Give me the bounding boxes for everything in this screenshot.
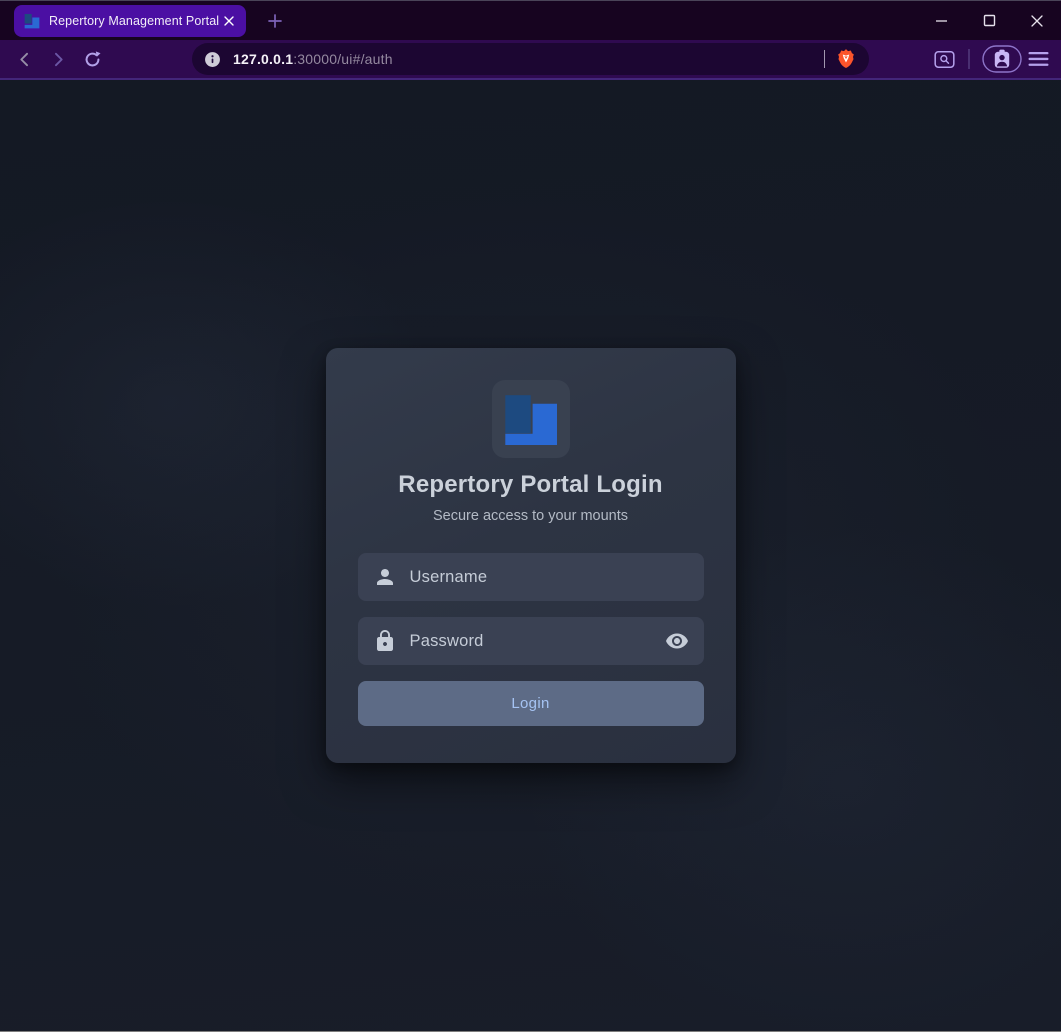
browser-tab[interactable]: Repertory Management Portal	[14, 5, 246, 37]
minimize-icon[interactable]	[934, 14, 948, 28]
sidebar-icon[interactable]	[931, 46, 957, 72]
login-title: Repertory Portal Login	[398, 471, 662, 499]
password-field[interactable]	[358, 617, 704, 665]
address-separator	[824, 50, 825, 68]
toolbar-separator	[968, 49, 970, 69]
url-host: 127.0.0.1	[233, 51, 293, 67]
login-button[interactable]: Login	[358, 681, 704, 726]
repertory-logo-icon	[492, 380, 570, 458]
address-bar[interactable]: 127.0.0.1:30000/ui#/auth	[192, 43, 869, 75]
forward-icon[interactable]	[44, 45, 72, 73]
browser-window: Repertory Management Portal	[0, 0, 1061, 1032]
brave-shield-icon[interactable]	[835, 48, 857, 70]
reload-icon[interactable]	[78, 45, 106, 73]
page-background: Repertory Portal Login Secure access to …	[0, 80, 1061, 1031]
password-input[interactable]	[410, 632, 665, 651]
tab-title: Repertory Management Portal	[49, 14, 220, 28]
login-subtitle: Secure access to your mounts	[433, 508, 628, 524]
maximize-icon[interactable]	[982, 14, 996, 28]
username-field[interactable]	[358, 553, 704, 601]
site-info-icon[interactable]	[204, 51, 221, 68]
tab-close-icon[interactable]	[220, 12, 238, 30]
browser-titlebar: Repertory Management Portal	[0, 0, 1061, 40]
person-icon	[373, 565, 397, 589]
profile-button[interactable]	[981, 44, 1023, 74]
menu-icon[interactable]	[1023, 46, 1053, 72]
username-input[interactable]	[410, 568, 689, 587]
eye-icon	[665, 629, 689, 653]
back-icon[interactable]	[10, 45, 38, 73]
browser-toolbar: 127.0.0.1:30000/ui#/auth	[0, 40, 1061, 80]
url-path: :30000/ui#/auth	[293, 51, 393, 67]
toggle-password-visibility-button[interactable]	[665, 629, 689, 653]
login-card: Repertory Portal Login Secure access to …	[326, 348, 736, 763]
window-controls	[934, 14, 1061, 28]
close-icon[interactable]	[1030, 14, 1044, 28]
new-tab-button[interactable]	[263, 9, 287, 33]
url-text: 127.0.0.1:30000/ui#/auth	[233, 51, 820, 67]
toolbar-right-group	[931, 44, 1061, 74]
lock-icon	[373, 629, 397, 653]
repertory-favicon-icon	[24, 13, 40, 29]
